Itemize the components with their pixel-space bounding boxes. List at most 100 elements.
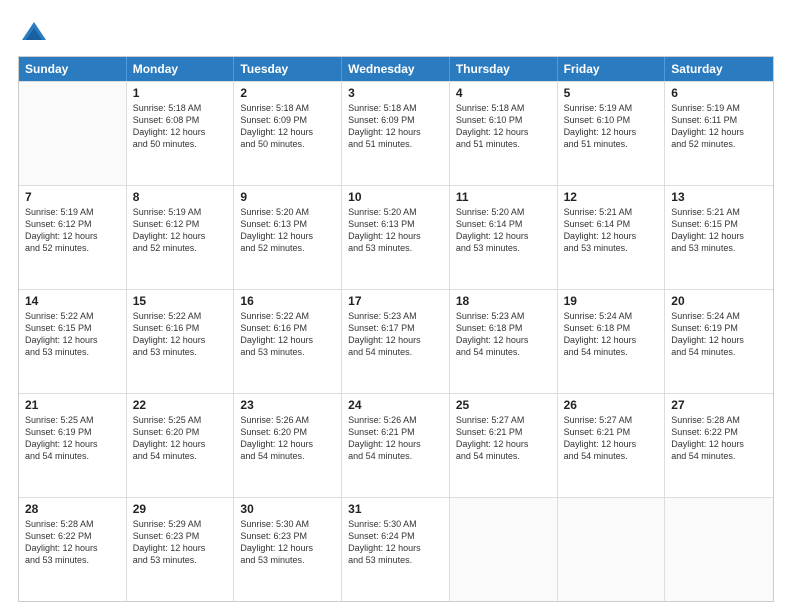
- day-number: 2: [240, 86, 335, 100]
- calendar-cell: [558, 498, 666, 601]
- cell-text: Sunrise: 5:24 AM Sunset: 6:19 PM Dayligh…: [671, 311, 744, 357]
- calendar-row: 1Sunrise: 5:18 AM Sunset: 6:08 PM Daylig…: [19, 81, 773, 185]
- day-number: 24: [348, 398, 443, 412]
- calendar-header-cell: Monday: [127, 57, 235, 81]
- day-number: 16: [240, 294, 335, 308]
- calendar-cell: 11 Sunrise: 5:20 AM Sunset: 6:14 PM Dayli…: [450, 186, 558, 289]
- calendar-cell: 29 Sunrise: 5:29 AM Sunset: 6:23 PM Dayli…: [127, 498, 235, 601]
- calendar-cell: 5 Sunrise: 5:19 AM Sunset: 6:10 PM Daylig…: [558, 82, 666, 185]
- cell-text: Sunrise: 5:25 AM Sunset: 6:20 PM Dayligh…: [133, 415, 206, 461]
- day-number: 22: [133, 398, 228, 412]
- day-number: 31: [348, 502, 443, 516]
- cell-text: Sunrise: 5:18 AM Sunset: 6:09 PM Dayligh…: [240, 103, 313, 149]
- calendar-header-cell: Thursday: [450, 57, 558, 81]
- calendar-cell: 31 Sunrise: 5:30 AM Sunset: 6:24 PM Dayli…: [342, 498, 450, 601]
- cell-text: Sunrise: 5:20 AM Sunset: 6:13 PM Dayligh…: [348, 207, 421, 253]
- cell-text: Sunrise: 5:24 AM Sunset: 6:18 PM Dayligh…: [564, 311, 637, 357]
- calendar-cell: 4 Sunrise: 5:18 AM Sunset: 6:10 PM Daylig…: [450, 82, 558, 185]
- cell-text: Sunrise: 5:23 AM Sunset: 6:18 PM Dayligh…: [456, 311, 529, 357]
- day-number: 13: [671, 190, 767, 204]
- header: [18, 18, 774, 46]
- cell-text: Sunrise: 5:22 AM Sunset: 6:15 PM Dayligh…: [25, 311, 98, 357]
- calendar-cell: 19Sunrise: 5:24 AM Sunset: 6:18 PM Dayli…: [558, 290, 666, 393]
- cell-text: Sunrise: 5:22 AM Sunset: 6:16 PM Dayligh…: [133, 311, 206, 357]
- day-number: 30: [240, 502, 335, 516]
- calendar-header: SundayMondayTuesdayWednesdayThursdayFrid…: [19, 57, 773, 81]
- day-number: 27: [671, 398, 767, 412]
- cell-text: Sunrise: 5:22 AM Sunset: 6:16 PM Dayligh…: [240, 311, 313, 357]
- day-number: 9: [240, 190, 335, 204]
- day-number: 6: [671, 86, 767, 100]
- calendar-cell: 18Sunrise: 5:23 AM Sunset: 6:18 PM Dayli…: [450, 290, 558, 393]
- calendar-cell: 27 Sunrise: 5:28 AM Sunset: 6:22 PM Dayli…: [665, 394, 773, 497]
- calendar-row: 7 Sunrise: 5:19 AM Sunset: 6:12 PM Daylig…: [19, 185, 773, 289]
- day-number: 5: [564, 86, 659, 100]
- calendar-cell: 14 Sunrise: 5:22 AM Sunset: 6:15 PM Dayli…: [19, 290, 127, 393]
- calendar-cell: 30 Sunrise: 5:30 AM Sunset: 6:23 PM Dayli…: [234, 498, 342, 601]
- calendar-header-cell: Saturday: [665, 57, 773, 81]
- calendar-row: 21Sunrise: 5:25 AM Sunset: 6:19 PM Dayli…: [19, 393, 773, 497]
- day-number: 7: [25, 190, 120, 204]
- calendar-cell: 9Sunrise: 5:20 AM Sunset: 6:13 PM Daylig…: [234, 186, 342, 289]
- cell-text: Sunrise: 5:18 AM Sunset: 6:10 PM Dayligh…: [456, 103, 529, 149]
- day-number: 25: [456, 398, 551, 412]
- cell-text: Sunrise: 5:27 AM Sunset: 6:21 PM Dayligh…: [564, 415, 637, 461]
- cell-text: Sunrise: 5:19 AM Sunset: 6:12 PM Dayligh…: [25, 207, 98, 253]
- day-number: 17: [348, 294, 443, 308]
- calendar-cell: 8Sunrise: 5:19 AM Sunset: 6:12 PM Daylig…: [127, 186, 235, 289]
- day-number: 11: [456, 190, 551, 204]
- calendar-cell: 26 Sunrise: 5:27 AM Sunset: 6:21 PM Dayli…: [558, 394, 666, 497]
- calendar-cell: 17 Sunrise: 5:23 AM Sunset: 6:17 PM Dayli…: [342, 290, 450, 393]
- calendar: SundayMondayTuesdayWednesdayThursdayFrid…: [18, 56, 774, 602]
- day-number: 4: [456, 86, 551, 100]
- calendar-cell: [665, 498, 773, 601]
- calendar-body: 1Sunrise: 5:18 AM Sunset: 6:08 PM Daylig…: [19, 81, 773, 601]
- day-number: 3: [348, 86, 443, 100]
- calendar-cell: [450, 498, 558, 601]
- cell-text: Sunrise: 5:27 AM Sunset: 6:21 PM Dayligh…: [456, 415, 529, 461]
- day-number: 26: [564, 398, 659, 412]
- calendar-cell: 6 Sunrise: 5:19 AM Sunset: 6:11 PM Daylig…: [665, 82, 773, 185]
- calendar-row: 14 Sunrise: 5:22 AM Sunset: 6:15 PM Dayli…: [19, 289, 773, 393]
- cell-text: Sunrise: 5:20 AM Sunset: 6:14 PM Dayligh…: [456, 207, 529, 253]
- day-number: 12: [564, 190, 659, 204]
- calendar-header-cell: Tuesday: [234, 57, 342, 81]
- day-number: 14: [25, 294, 120, 308]
- cell-text: Sunrise: 5:29 AM Sunset: 6:23 PM Dayligh…: [133, 519, 206, 565]
- calendar-row: 28 Sunrise: 5:28 AM Sunset: 6:22 PM Dayli…: [19, 497, 773, 601]
- calendar-cell: 16 Sunrise: 5:22 AM Sunset: 6:16 PM Dayli…: [234, 290, 342, 393]
- cell-text: Sunrise: 5:21 AM Sunset: 6:15 PM Dayligh…: [671, 207, 744, 253]
- cell-text: Sunrise: 5:23 AM Sunset: 6:17 PM Dayligh…: [348, 311, 421, 357]
- cell-text: Sunrise: 5:26 AM Sunset: 6:21 PM Dayligh…: [348, 415, 421, 461]
- cell-text: Sunrise: 5:19 AM Sunset: 6:12 PM Dayligh…: [133, 207, 206, 253]
- calendar-cell: 7 Sunrise: 5:19 AM Sunset: 6:12 PM Daylig…: [19, 186, 127, 289]
- calendar-header-cell: Wednesday: [342, 57, 450, 81]
- day-number: 28: [25, 502, 120, 516]
- calendar-cell: 22 Sunrise: 5:25 AM Sunset: 6:20 PM Dayli…: [127, 394, 235, 497]
- cell-text: Sunrise: 5:30 AM Sunset: 6:24 PM Dayligh…: [348, 519, 421, 565]
- calendar-cell: 2 Sunrise: 5:18 AM Sunset: 6:09 PM Daylig…: [234, 82, 342, 185]
- page: SundayMondayTuesdayWednesdayThursdayFrid…: [0, 0, 792, 612]
- cell-text: Sunrise: 5:28 AM Sunset: 6:22 PM Dayligh…: [671, 415, 744, 461]
- logo-icon: [20, 18, 48, 46]
- calendar-cell: 1Sunrise: 5:18 AM Sunset: 6:08 PM Daylig…: [127, 82, 235, 185]
- calendar-header-cell: Sunday: [19, 57, 127, 81]
- cell-text: Sunrise: 5:28 AM Sunset: 6:22 PM Dayligh…: [25, 519, 98, 565]
- calendar-cell: 3 Sunrise: 5:18 AM Sunset: 6:09 PM Daylig…: [342, 82, 450, 185]
- calendar-cell: 20 Sunrise: 5:24 AM Sunset: 6:19 PM Dayli…: [665, 290, 773, 393]
- day-number: 29: [133, 502, 228, 516]
- day-number: 23: [240, 398, 335, 412]
- calendar-cell: 15Sunrise: 5:22 AM Sunset: 6:16 PM Dayli…: [127, 290, 235, 393]
- cell-text: Sunrise: 5:18 AM Sunset: 6:09 PM Dayligh…: [348, 103, 421, 149]
- calendar-header-cell: Friday: [558, 57, 666, 81]
- cell-text: Sunrise: 5:19 AM Sunset: 6:10 PM Dayligh…: [564, 103, 637, 149]
- calendar-cell: 24 Sunrise: 5:26 AM Sunset: 6:21 PM Dayli…: [342, 394, 450, 497]
- day-number: 20: [671, 294, 767, 308]
- calendar-cell: 13 Sunrise: 5:21 AM Sunset: 6:15 PM Dayli…: [665, 186, 773, 289]
- cell-text: Sunrise: 5:25 AM Sunset: 6:19 PM Dayligh…: [25, 415, 98, 461]
- cell-text: Sunrise: 5:26 AM Sunset: 6:20 PM Dayligh…: [240, 415, 313, 461]
- calendar-cell: 23 Sunrise: 5:26 AM Sunset: 6:20 PM Dayli…: [234, 394, 342, 497]
- calendar-cell: 10Sunrise: 5:20 AM Sunset: 6:13 PM Dayli…: [342, 186, 450, 289]
- cell-text: Sunrise: 5:30 AM Sunset: 6:23 PM Dayligh…: [240, 519, 313, 565]
- cell-text: Sunrise: 5:19 AM Sunset: 6:11 PM Dayligh…: [671, 103, 744, 149]
